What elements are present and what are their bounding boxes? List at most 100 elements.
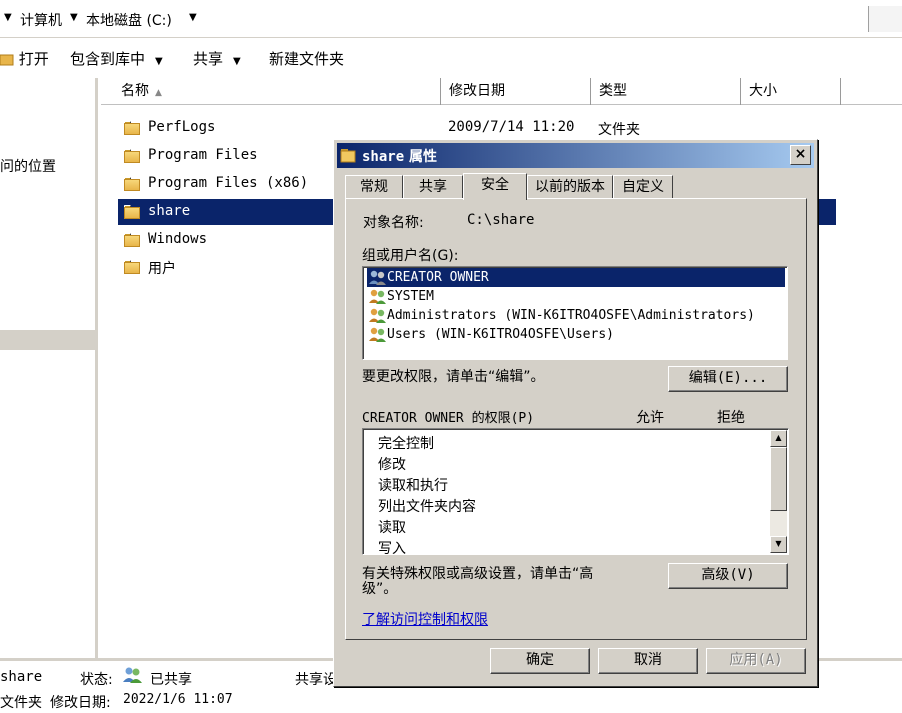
- command-toolbar: 打开 包含到库中 ▼ 共享 ▼ 新建文件夹: [0, 38, 902, 78]
- folder-icon: [124, 149, 140, 163]
- dialog-title: share 属性: [362, 146, 437, 166]
- scroll-down-button[interactable]: ▼: [770, 536, 787, 553]
- column-name[interactable]: 名称 ▲: [101, 78, 441, 105]
- scroll-up-button[interactable]: ▲: [770, 430, 787, 447]
- address-dropdown-button[interactable]: [868, 6, 902, 32]
- list-item[interactable]: Users (WIN-K6ITRO4OSFE\Users): [367, 325, 785, 344]
- users-icon: [369, 289, 386, 304]
- new-folder-button[interactable]: 新建文件夹: [269, 48, 344, 69]
- permission-item: 完全控制: [378, 436, 434, 452]
- tab-customize[interactable]: 自定义: [613, 175, 673, 199]
- permissions-list[interactable]: 完全控制 修改 读取和执行 列出文件夹内容 读取 写入 ▲ ▼: [362, 428, 789, 555]
- nav-divider: [0, 330, 98, 350]
- object-name-value: C:\share: [467, 212, 535, 228]
- users-icon: [369, 270, 386, 285]
- users-icon: [369, 327, 386, 342]
- open-button[interactable]: 打开: [0, 48, 49, 69]
- tab-general[interactable]: 常规: [345, 175, 403, 199]
- tab-security[interactable]: 安全: [463, 173, 527, 200]
- share-menu-button[interactable]: 共享 ▼: [193, 48, 241, 69]
- details-state-label: 状态:: [80, 672, 113, 688]
- details-state-value: 已共享: [150, 672, 192, 688]
- permissions-header: CREATOR OWNER 的权限(P): [362, 411, 535, 426]
- properties-dialog: share 属性 × 常规 共享 安全 以前的版本 自定义 对象名称: C:\s…: [333, 139, 818, 687]
- user-name: Administrators (WIN-K6ITRO4OSFE\Administ…: [387, 308, 755, 323]
- file-name: Windows: [148, 231, 208, 247]
- folder-icon: [124, 205, 140, 219]
- folder-icon: [340, 149, 356, 163]
- user-name: SYSTEM: [387, 289, 434, 304]
- folder-icon: [124, 260, 140, 274]
- file-name: Program Files (x86): [148, 175, 309, 191]
- folder-icon: [124, 121, 140, 135]
- edit-button[interactable]: 编辑(E)...: [668, 366, 788, 392]
- open-label: 打开: [18, 50, 49, 68]
- details-modified-value: 2022/1/6 11:07: [123, 692, 233, 707]
- user-name: CREATOR OWNER: [387, 270, 489, 285]
- file-date: 2009/7/14 11:20: [448, 119, 575, 135]
- dialog-titlebar[interactable]: share 属性 ×: [337, 143, 814, 168]
- permission-item: 列出文件夹内容: [378, 499, 476, 515]
- change-permissions-hint: 要更改权限，请单击“编辑”。: [362, 369, 545, 385]
- chevron-down-icon[interactable]: ▼: [70, 12, 78, 23]
- folder-icon: [124, 177, 140, 191]
- chevron-down-icon: ▼: [155, 56, 163, 67]
- group-users-label: 组或用户名(G):: [362, 248, 459, 264]
- address-bar[interactable]: ▼ 计算机 ▼ 本地磁盘 (C:) ▼: [0, 0, 902, 38]
- list-item[interactable]: CREATOR OWNER: [367, 268, 785, 287]
- cancel-button[interactable]: 取消: [598, 648, 698, 674]
- ok-button[interactable]: 确定: [490, 648, 590, 674]
- group-user-list[interactable]: CREATOR OWNER SYSTEM Administrators (WIN…: [362, 266, 788, 360]
- file-row[interactable]: PerfLogs 2009/7/14 11:20 文件夹: [118, 115, 836, 141]
- apply-button[interactable]: 应用(A): [706, 648, 806, 674]
- include-in-library-button[interactable]: 包含到库中 ▼: [70, 48, 163, 69]
- dialog-title-name: share: [362, 149, 405, 165]
- users-icon: [369, 308, 386, 323]
- scroll-thumb[interactable]: [770, 447, 787, 511]
- details-item-name: share: [0, 669, 43, 685]
- chevron-down-icon[interactable]: ▼: [4, 12, 12, 23]
- learn-link-text: 了解访问控制和权限: [362, 612, 488, 628]
- dialog-title-suffix: 属性: [409, 149, 438, 165]
- permission-item: 修改: [378, 457, 406, 473]
- allow-column-header: 允许: [636, 410, 664, 426]
- advanced-button[interactable]: 高级(V): [668, 563, 788, 589]
- column-header: 名称 ▲ 修改日期 类型 大小: [101, 78, 902, 105]
- details-share-label: 共享设: [295, 672, 337, 688]
- breadcrumb-computer[interactable]: 计算机: [20, 10, 62, 30]
- users-icon: [123, 667, 142, 683]
- column-date[interactable]: 修改日期: [441, 78, 591, 105]
- vertical-scrollbar[interactable]: ▲ ▼: [770, 430, 787, 553]
- column-type[interactable]: 类型: [591, 78, 741, 105]
- details-modified-label: 修改日期:: [50, 695, 111, 711]
- permission-item: 读取和执行: [378, 478, 448, 494]
- list-item[interactable]: SYSTEM: [367, 287, 785, 306]
- chevron-down-icon: ▼: [233, 56, 241, 67]
- file-name: PerfLogs: [148, 119, 216, 135]
- folder-icon: [124, 233, 140, 247]
- file-name: Program Files: [148, 147, 258, 163]
- file-name: 用户: [148, 261, 176, 277]
- deny-column-header: 拒绝: [717, 410, 745, 426]
- tab-sharing[interactable]: 共享: [403, 175, 463, 199]
- object-name-label: 对象名称:: [363, 215, 424, 231]
- column-size[interactable]: 大小: [741, 78, 841, 105]
- close-button[interactable]: ×: [790, 145, 811, 165]
- file-name: share: [148, 203, 191, 219]
- file-type: 文件夹: [598, 122, 640, 138]
- user-name: Users (WIN-K6ITRO4OSFE\Users): [387, 327, 614, 342]
- nav-item-recent-places[interactable]: 问的位置: [0, 156, 56, 176]
- tab-previous-versions[interactable]: 以前的版本: [527, 175, 613, 199]
- sort-ascending-icon: ▲: [155, 88, 162, 98]
- permission-item: 写入: [378, 541, 406, 555]
- open-folder-icon: [0, 54, 14, 66]
- advanced-hint-line2: 级”。: [362, 581, 398, 597]
- close-icon: ×: [794, 146, 807, 162]
- list-item[interactable]: Administrators (WIN-K6ITRO4OSFE\Administ…: [367, 306, 785, 325]
- details-item-type: 文件夹: [0, 695, 42, 711]
- permission-item: 读取: [378, 520, 406, 536]
- learn-access-control-link[interactable]: 了解访问控制和权限: [362, 609, 488, 629]
- breadcrumb-local-disk[interactable]: 本地磁盘 (C:): [86, 10, 172, 30]
- share-menu-label: 共享: [193, 50, 224, 68]
- chevron-down-icon[interactable]: ▼: [189, 12, 197, 23]
